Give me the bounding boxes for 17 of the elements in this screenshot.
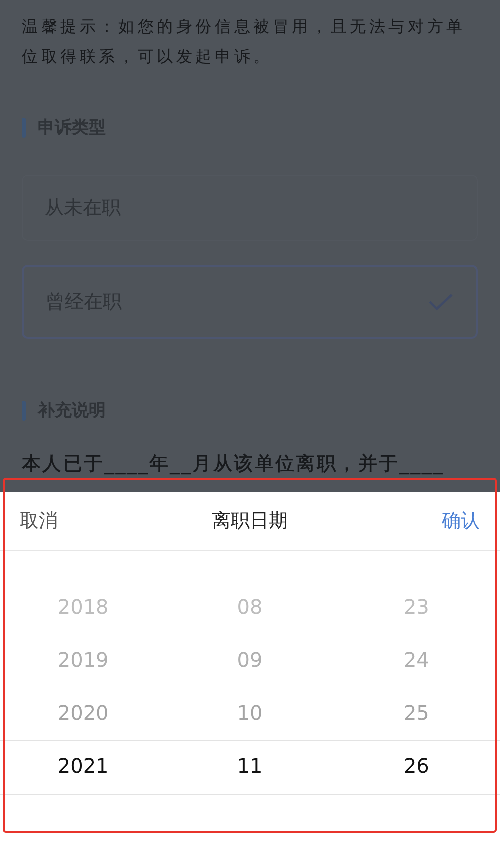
picker-option[interactable]: 2020 (58, 687, 109, 740)
picker-option[interactable]: 26 (404, 740, 430, 793)
picker-option[interactable]: 25 (404, 687, 430, 740)
picker-option[interactable]: 08 (237, 581, 263, 634)
picker-option[interactable]: 23 (404, 581, 430, 634)
picker-title: 离职日期 (212, 509, 288, 534)
picker-option[interactable]: 24 (404, 634, 430, 687)
picker-option[interactable]: 2021 (58, 740, 109, 793)
cancel-button[interactable]: 取消 (20, 508, 58, 534)
picker-option[interactable]: 10 (237, 687, 263, 740)
notice-text: 温馨提示：如您的身份信息被冒用，且无法与对方单位取得联系，可以发起申诉。 (22, 16, 467, 68)
description-text: 本人已于____年__月从该单位离职，并于____ (22, 452, 446, 477)
picker-option[interactable]: 09 (237, 634, 263, 687)
picker-option[interactable]: 2018 (58, 581, 109, 634)
confirm-button[interactable]: 确认 (442, 508, 480, 534)
picker-option[interactable]: 11 (237, 740, 263, 793)
picker-option[interactable]: 2019 (58, 634, 109, 687)
